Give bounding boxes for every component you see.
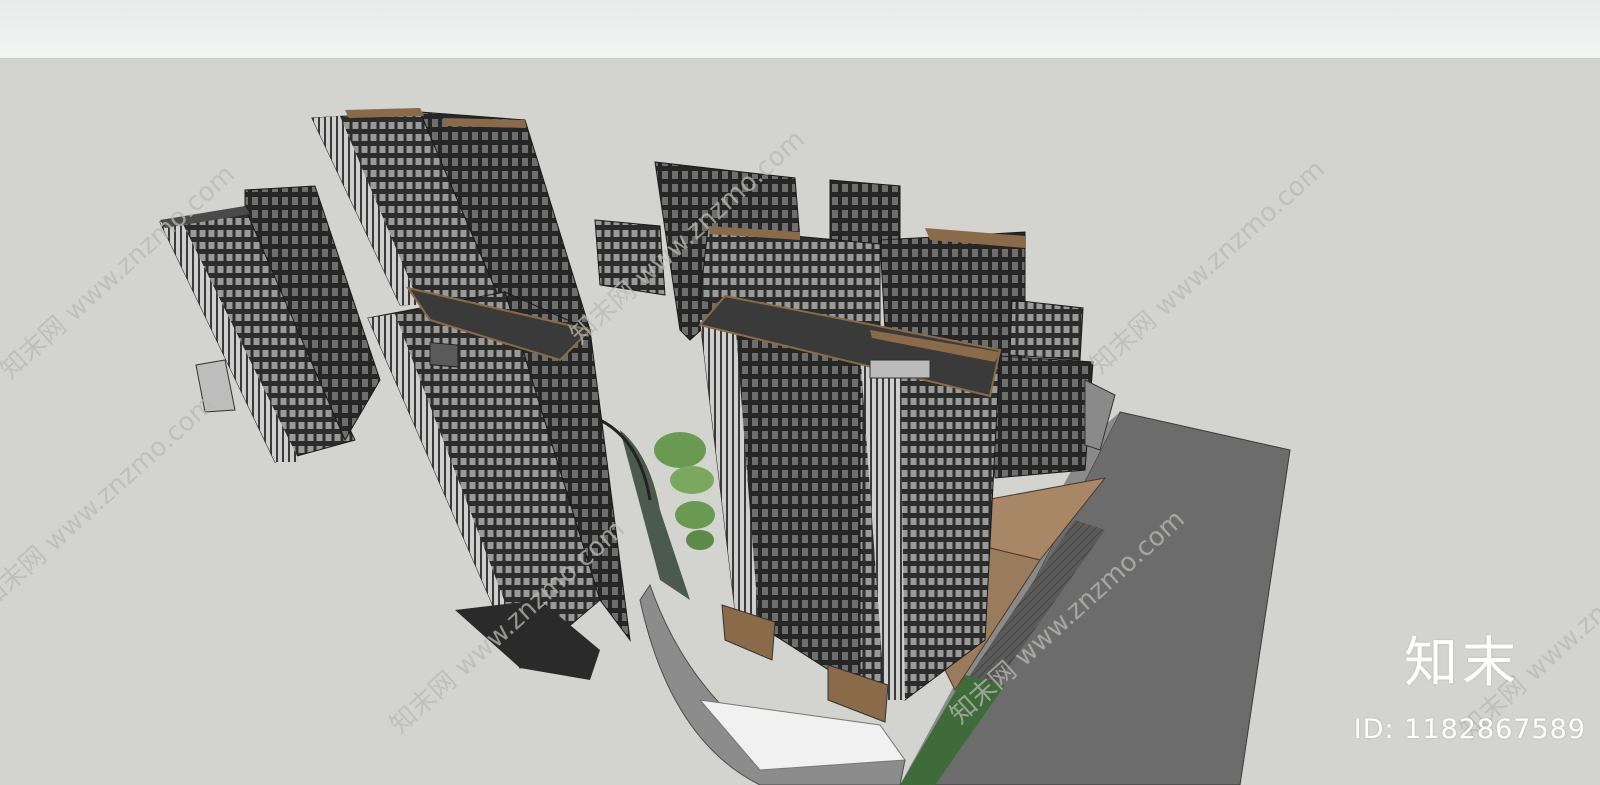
3d-model-scene[interactable] bbox=[0, 0, 1600, 785]
tower-far-left bbox=[159, 185, 381, 463]
asset-id-label: ID: 1182867589 bbox=[1353, 714, 1586, 745]
tower-upper-left bbox=[311, 108, 591, 331]
tower-front-left bbox=[367, 286, 631, 680]
znzmo-logo: 知末 bbox=[1404, 631, 1520, 694]
tower-front-center bbox=[698, 294, 1002, 723]
sketchup-viewport[interactable]: 知末网 www.znzmo.com 知末网 www.znzmo.com 知末网 … bbox=[0, 0, 1600, 785]
